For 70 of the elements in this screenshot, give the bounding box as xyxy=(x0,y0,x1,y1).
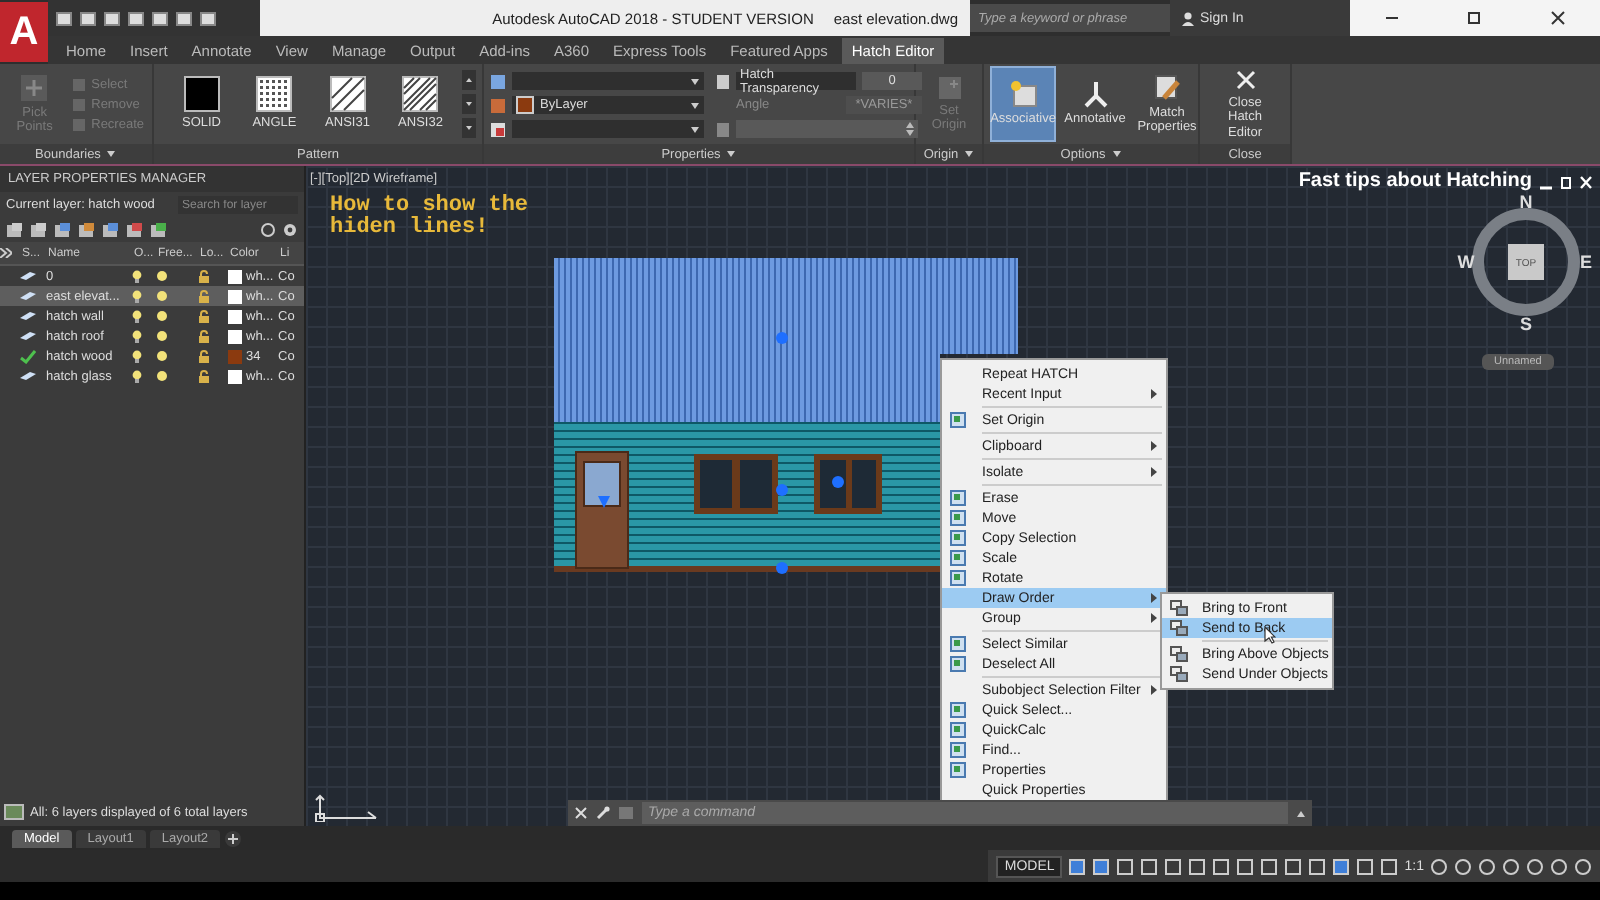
lightbulb-icon[interactable] xyxy=(132,309,142,323)
caret-icon xyxy=(690,101,700,109)
padlock-icon[interactable] xyxy=(198,309,210,323)
panel-menu-caret-icon[interactable] xyxy=(964,150,975,158)
color-swatch[interactable] xyxy=(228,289,242,303)
padlock-icon[interactable] xyxy=(198,369,210,383)
wrench-icon[interactable] xyxy=(596,806,610,820)
spinner-icon xyxy=(906,122,914,136)
lightbulb-icon[interactable] xyxy=(132,289,142,303)
caret-icon xyxy=(690,125,700,133)
add-icon[interactable] xyxy=(224,829,242,847)
close-icon[interactable] xyxy=(1550,10,1567,26)
compass-label: E xyxy=(1580,252,1592,272)
scale-field[interactable] xyxy=(736,120,918,138)
star-square-icon xyxy=(1009,80,1037,109)
hatch-pattern-icon xyxy=(256,76,293,113)
collapse-icon[interactable] xyxy=(0,248,12,258)
compass-label: N xyxy=(1519,192,1533,212)
square-icon xyxy=(71,77,86,91)
maximize-icon[interactable] xyxy=(1466,10,1483,26)
square-icon xyxy=(71,117,86,131)
video-title: Fast tips about Hatching xyxy=(1298,170,1532,192)
scale-icon xyxy=(716,121,730,137)
panel-menu-caret-icon[interactable] xyxy=(726,150,737,158)
lightbulb-icon[interactable] xyxy=(132,329,142,343)
compass-label: W xyxy=(1457,252,1475,272)
close-icon xyxy=(1233,68,1257,93)
hatch-type-icon xyxy=(490,73,506,89)
padlock-icon[interactable] xyxy=(198,269,210,283)
grip-marker[interactable] xyxy=(776,484,788,496)
padlock-icon[interactable] xyxy=(198,329,210,343)
color-swatch[interactable] xyxy=(228,269,242,283)
grip-marker[interactable] xyxy=(776,332,788,344)
square-icon xyxy=(71,97,86,111)
hatch-pattern-icon xyxy=(402,76,439,113)
panel-menu-caret-icon[interactable] xyxy=(1111,150,1122,158)
grip-marker[interactable] xyxy=(832,476,844,488)
color-swatch[interactable] xyxy=(228,309,242,323)
lightbulb-icon[interactable] xyxy=(132,369,142,383)
hatch-color-icon xyxy=(490,97,506,113)
ucs-axes-icon xyxy=(312,794,380,822)
roof-edge-strip xyxy=(940,258,1018,354)
grip-marker[interactable] xyxy=(598,496,610,508)
hatch-pattern-icon xyxy=(183,76,220,113)
background-color-dropdown[interactable] xyxy=(512,120,704,138)
origin-icon xyxy=(937,75,961,100)
color-swatch[interactable] xyxy=(228,369,242,383)
padlock-icon[interactable] xyxy=(198,289,210,303)
panel-menu-caret-icon[interactable] xyxy=(106,150,117,158)
caret-up-icon[interactable] xyxy=(1296,809,1306,817)
lightbulb-icon[interactable] xyxy=(132,349,142,363)
color-swatch[interactable] xyxy=(228,349,242,363)
background-color-icon xyxy=(490,121,506,137)
color-swatch[interactable] xyxy=(228,329,242,343)
caret-icon xyxy=(690,77,700,85)
tripod-icon xyxy=(1081,80,1109,109)
layers-icon xyxy=(4,804,24,820)
hatch-pattern-icon xyxy=(329,76,366,113)
user-icon xyxy=(1182,11,1194,25)
padlock-icon[interactable] xyxy=(198,349,210,363)
compass-ring[interactable] xyxy=(1472,208,1580,316)
restore-icon[interactable] xyxy=(1560,173,1572,189)
scroll-arrows-icon[interactable] xyxy=(462,70,476,138)
lightbulb-icon[interactable] xyxy=(132,269,142,283)
grip-marker[interactable] xyxy=(776,562,788,574)
compass-label: S xyxy=(1520,314,1532,334)
brush-icon xyxy=(1153,73,1181,102)
refresh-icon[interactable] xyxy=(260,222,276,238)
annotation-text: How to show the hiden lines! xyxy=(330,196,529,240)
application-menu-button[interactable]: A xyxy=(0,2,48,62)
